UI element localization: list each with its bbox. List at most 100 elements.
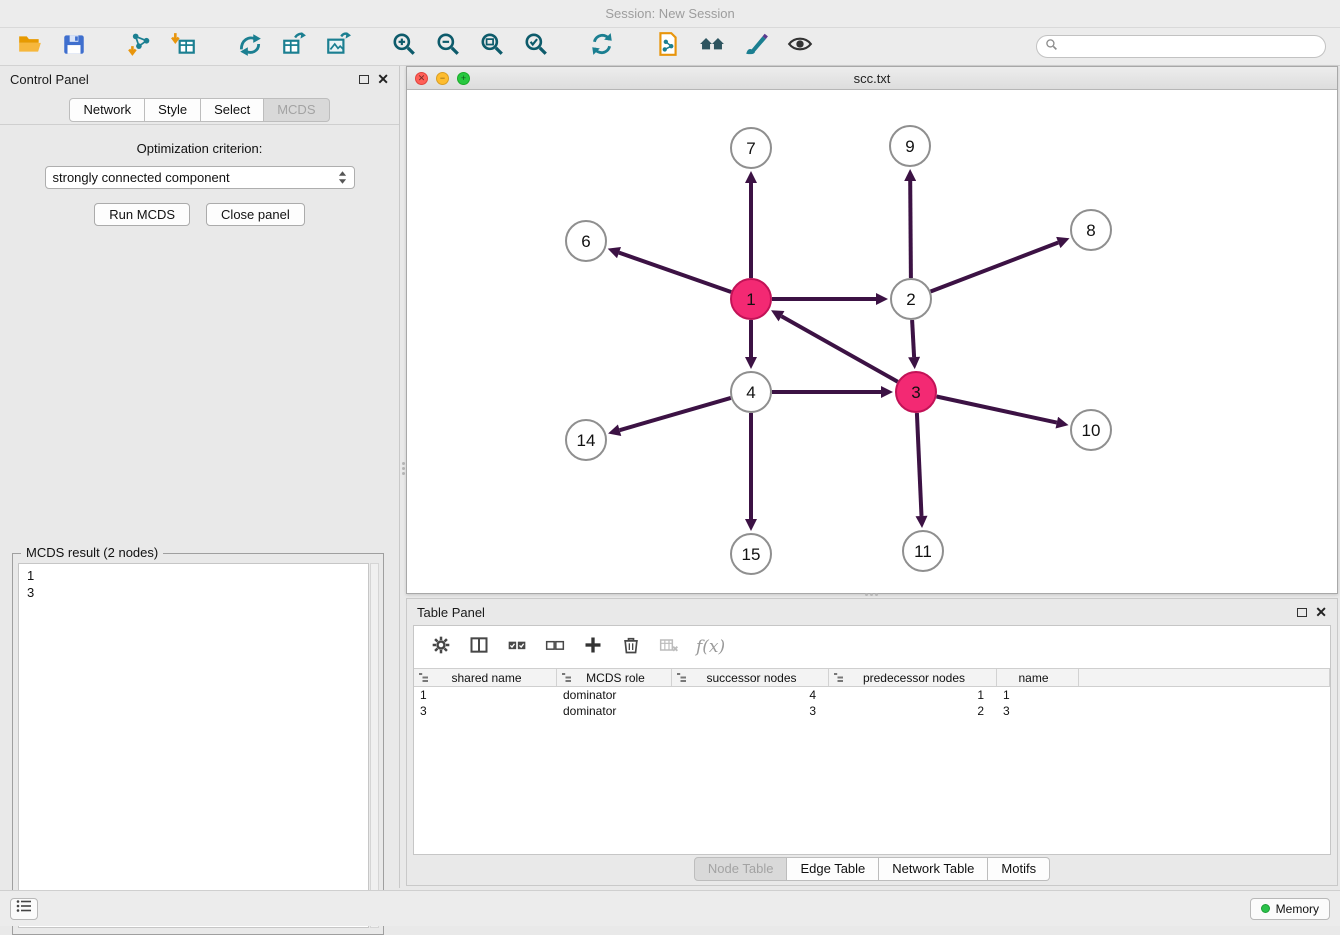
mcds-result-box: MCDS result (2 nodes) 1 3 bbox=[12, 553, 384, 935]
memory-button[interactable]: Memory bbox=[1250, 898, 1330, 920]
table-header-row: shared name MCDS role successor nodes pr… bbox=[414, 668, 1330, 687]
save-session-button[interactable] bbox=[58, 32, 90, 62]
search-box[interactable] bbox=[1036, 35, 1326, 58]
function-builder-button[interactable]: f(x) bbox=[696, 637, 725, 657]
graph-node-11[interactable]: 11 bbox=[903, 531, 943, 571]
table-arrow-icon bbox=[281, 31, 307, 62]
export-network-button[interactable] bbox=[234, 32, 266, 62]
mcds-result-title: MCDS result (2 nodes) bbox=[21, 545, 163, 560]
mcds-panel-body: Optimization criterion: strongly connect… bbox=[0, 124, 399, 888]
tab-edge-table[interactable]: Edge Table bbox=[787, 857, 879, 881]
float-table-panel-icon[interactable] bbox=[1297, 608, 1307, 617]
float-window-icon[interactable] bbox=[359, 75, 369, 84]
column-header-shared-name[interactable]: shared name bbox=[414, 669, 557, 686]
style-brush-button[interactable] bbox=[740, 32, 772, 62]
mcds-result-text[interactable]: 1 3 bbox=[18, 563, 369, 928]
table-settings-button[interactable] bbox=[426, 633, 456, 661]
graph-edge-3-11[interactable] bbox=[917, 413, 922, 516]
run-mcds-button[interactable]: Run MCDS bbox=[94, 203, 190, 226]
tab-style[interactable]: Style bbox=[145, 98, 201, 122]
graph-edge-3-10[interactable] bbox=[937, 397, 1057, 423]
column-header-successor-nodes[interactable]: successor nodes bbox=[672, 669, 829, 686]
table-cell[interactable]: 1 bbox=[414, 688, 557, 702]
graph-edge-4-14[interactable] bbox=[620, 398, 731, 430]
tab-network-table[interactable]: Network Table bbox=[879, 857, 988, 881]
graph-node-14[interactable]: 14 bbox=[566, 420, 606, 460]
search-icon bbox=[1045, 38, 1064, 56]
refresh-icon bbox=[589, 31, 615, 62]
table-row[interactable]: 1dominator411 bbox=[414, 687, 1330, 703]
graph-node-4[interactable]: 4 bbox=[731, 372, 771, 412]
graph-edge-2-8[interactable] bbox=[931, 243, 1059, 292]
network-window-title: scc.txt bbox=[407, 71, 1337, 86]
graph-edge-2-3[interactable] bbox=[912, 320, 914, 357]
close-panel-icon[interactable]: ✕ bbox=[377, 74, 389, 84]
network-graph[interactable]: 7 9 6 8 1 2 4 3 14 10 15 11 bbox=[407, 90, 1337, 593]
close-table-panel-icon[interactable]: ✕ bbox=[1315, 607, 1327, 617]
graph-node-7[interactable]: 7 bbox=[731, 128, 771, 168]
network-document-button[interactable] bbox=[652, 32, 684, 62]
table-cell[interactable]: 4 bbox=[672, 688, 829, 702]
refresh-button[interactable] bbox=[586, 32, 618, 62]
main-toolbar bbox=[0, 28, 1340, 66]
export-table-button[interactable] bbox=[278, 32, 310, 62]
zoom-selected-icon bbox=[523, 31, 549, 62]
network-window-titlebar[interactable]: scc.txt ✕ − + bbox=[407, 67, 1337, 90]
graph-edge-1-6[interactable] bbox=[619, 253, 731, 292]
table-cell[interactable]: dominator bbox=[557, 704, 672, 718]
deselect-all-columns-button[interactable] bbox=[540, 633, 570, 661]
search-input[interactable] bbox=[1064, 40, 1317, 54]
zoom-out-button[interactable] bbox=[432, 32, 464, 62]
graph-node-label: 2 bbox=[906, 290, 915, 309]
graph-edge-2-9[interactable] bbox=[910, 181, 911, 278]
close-panel-button[interactable]: Close panel bbox=[206, 203, 305, 226]
table-row[interactable]: 3dominator323 bbox=[414, 703, 1330, 719]
select-all-columns-button[interactable] bbox=[502, 633, 532, 661]
delete-table-button[interactable] bbox=[654, 633, 684, 661]
zoom-selected-button[interactable] bbox=[520, 32, 552, 62]
zoom-fit-button[interactable] bbox=[476, 32, 508, 62]
tab-node-table[interactable]: Node Table bbox=[694, 857, 788, 881]
create-column-button[interactable] bbox=[578, 633, 608, 661]
delete-column-button[interactable] bbox=[616, 633, 646, 661]
graph-node-label: 10 bbox=[1082, 421, 1101, 440]
network-canvas[interactable]: 7 9 6 8 1 2 4 3 14 10 15 11 bbox=[407, 90, 1337, 593]
graph-node-8[interactable]: 8 bbox=[1071, 210, 1111, 250]
graph-node-3[interactable]: 3 bbox=[896, 372, 936, 412]
tab-motifs[interactable]: Motifs bbox=[988, 857, 1050, 881]
open-session-button[interactable] bbox=[14, 32, 46, 62]
table-cell[interactable]: 2 bbox=[829, 704, 997, 718]
column-header-mcds-role[interactable]: MCDS role bbox=[557, 669, 672, 686]
import-network-button[interactable] bbox=[124, 32, 156, 62]
tab-network[interactable]: Network bbox=[69, 98, 145, 122]
export-image-button[interactable] bbox=[322, 32, 354, 62]
table-cell[interactable]: 3 bbox=[672, 704, 829, 718]
graph-node-1[interactable]: 1 bbox=[731, 279, 771, 319]
show-hide-button[interactable] bbox=[784, 32, 816, 62]
table-cell[interactable]: 3 bbox=[414, 704, 557, 718]
result-line: 3 bbox=[27, 584, 360, 601]
column-header-name[interactable]: name bbox=[997, 669, 1079, 686]
horizontal-splitter[interactable] bbox=[858, 591, 884, 597]
show-columns-button[interactable] bbox=[464, 633, 494, 661]
graph-edge-3-1[interactable] bbox=[782, 316, 898, 382]
graph-node-15[interactable]: 15 bbox=[731, 534, 771, 574]
zoom-in-button[interactable] bbox=[388, 32, 420, 62]
criterion-dropdown[interactable]: strongly connected component bbox=[45, 166, 355, 189]
tab-select[interactable]: Select bbox=[201, 98, 264, 122]
sort-icon bbox=[561, 672, 572, 683]
table-cell[interactable]: 1 bbox=[829, 688, 997, 702]
two-homes-button[interactable] bbox=[696, 32, 728, 62]
task-history-button[interactable] bbox=[10, 898, 38, 920]
result-scrollbar[interactable] bbox=[370, 563, 379, 928]
graph-node-9[interactable]: 9 bbox=[890, 126, 930, 166]
import-table-button[interactable] bbox=[168, 32, 200, 62]
table-cell[interactable]: 1 bbox=[997, 688, 1079, 702]
table-cell[interactable]: 3 bbox=[997, 704, 1079, 718]
graph-node-10[interactable]: 10 bbox=[1071, 410, 1111, 450]
graph-node-2[interactable]: 2 bbox=[891, 279, 931, 319]
graph-node-6[interactable]: 6 bbox=[566, 221, 606, 261]
table-cell[interactable]: dominator bbox=[557, 688, 672, 702]
tab-mcds[interactable]: MCDS bbox=[264, 98, 329, 122]
column-header-predecessor-nodes[interactable]: predecessor nodes bbox=[829, 669, 997, 686]
